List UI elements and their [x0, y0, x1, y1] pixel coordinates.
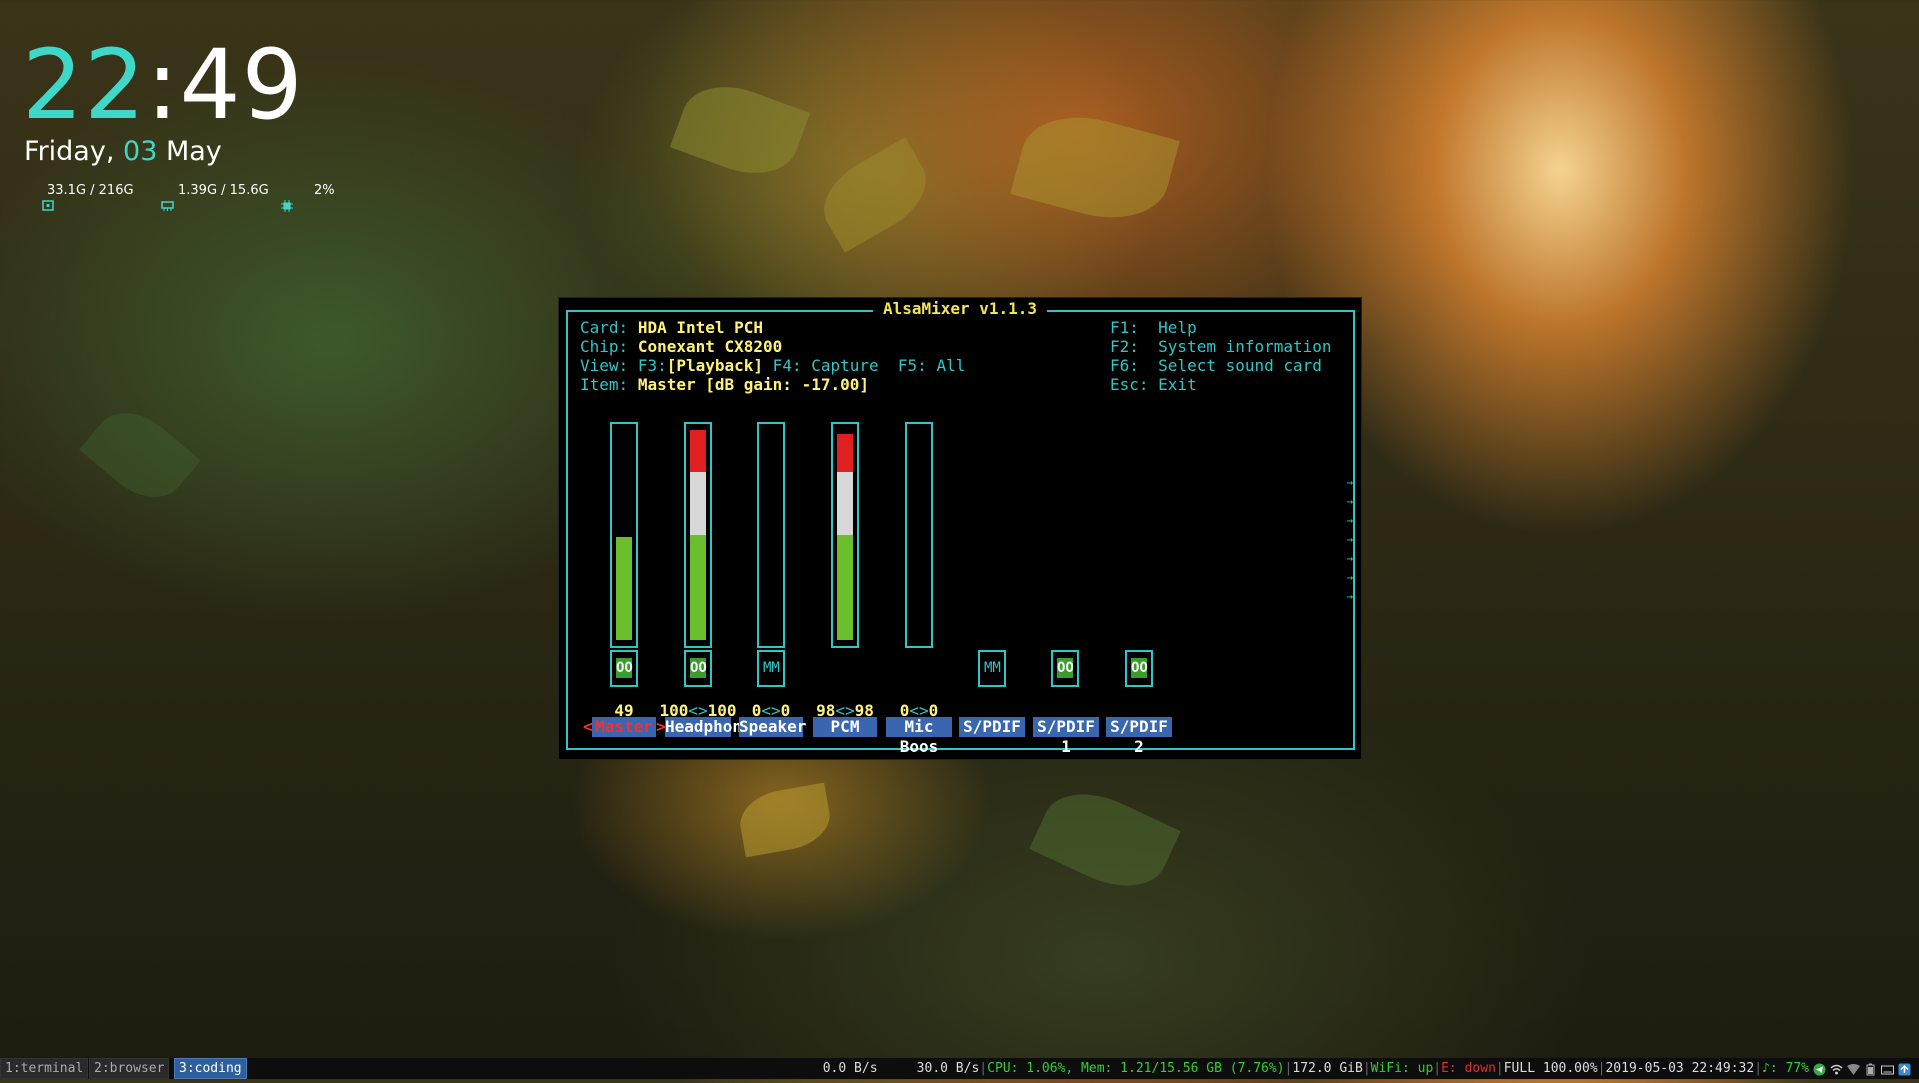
workspace-1-button[interactable]: 1:terminal	[0, 1058, 89, 1079]
battery-status: FULL 100.00%	[1503, 1061, 1598, 1076]
level-segment-white	[837, 472, 853, 535]
channel-label-master[interactable]: Master	[592, 717, 656, 737]
net-up-speed: 30.0 B/s	[916, 1061, 980, 1076]
headphone-volume-bar[interactable]	[684, 422, 712, 648]
date-weekday: Friday,	[24, 136, 115, 167]
speaker-switch-text: MM	[763, 660, 780, 676]
level-segment-green	[690, 535, 706, 640]
date-day: 03	[123, 136, 158, 167]
chip-label: Chip:	[580, 337, 629, 356]
master-volume-fill	[616, 537, 632, 640]
clock-hours: 22	[22, 29, 147, 141]
cpu-usage-text: 2%	[314, 183, 335, 198]
level-segment-white	[690, 472, 706, 535]
mixer-info: Card: HDA Intel PCH Chip: Conexant CX820…	[580, 318, 965, 394]
level-segment-green	[837, 535, 853, 640]
channel-label-mic-boost[interactable]: Mic Boos	[886, 717, 952, 756]
status-bar: 1:terminal 2:browser 3:coding 0.0 B/s 30…	[0, 1058, 1919, 1079]
pcm-volume-bar[interactable]	[831, 422, 859, 648]
card-label: Card:	[580, 318, 629, 337]
desktop-date: Friday, 03 May	[24, 136, 222, 167]
view-f3-key: F3:	[637, 356, 667, 375]
volume-status: ♪: 77%	[1762, 1061, 1809, 1076]
item-label: Item:	[580, 375, 629, 394]
scroll-arrows: → → → → → → →	[1346, 476, 1353, 603]
alsamixer-title-text: AlsaMixer v1.1.3	[872, 299, 1048, 318]
chip-value: Conexant CX8200	[637, 337, 783, 356]
channel-label-speaker[interactable]: Speaker	[739, 717, 806, 737]
channel-label-spdif-1[interactable]: S/PDIF 1	[1033, 717, 1099, 756]
headphone-volume-fill	[690, 430, 706, 640]
wifi-status: WiFi: up	[1370, 1061, 1434, 1076]
master-volume-bar[interactable]	[610, 422, 638, 648]
cpu-icon	[281, 200, 293, 212]
key-exit: Esc: Exit	[1110, 375, 1197, 394]
headphone-switch-text: OO	[690, 658, 707, 678]
spdif2-switch-text: OO	[1131, 658, 1148, 678]
alsamixer-window[interactable]: AlsaMixer v1.1.3 Card: HDA Intel PCH Chi…	[558, 297, 1362, 760]
level-segment-red	[837, 434, 853, 472]
channel-label-pcm[interactable]: PCM	[813, 717, 877, 737]
memory-icon	[161, 200, 174, 211]
view-playback: [Playback]	[666, 356, 764, 375]
clock-colon: :	[146, 29, 180, 141]
wifi-tray-icon[interactable]	[1847, 1062, 1860, 1075]
telegram-tray-icon[interactable]	[1813, 1062, 1826, 1076]
wallpaper-leaf	[735, 782, 835, 858]
mic-boost-volume-bar[interactable]	[905, 422, 933, 648]
wallpaper-leaf	[1029, 776, 1181, 904]
spdif1-switch-text: OO	[1057, 658, 1074, 678]
level-segment-red	[690, 430, 706, 472]
headphone-mute-switch[interactable]: OO	[684, 650, 712, 687]
status-blocks: 0.0 B/s 30.0 B/s|CPU: 1.06%, Mem: 1.21/1…	[823, 1058, 1911, 1079]
spdif1-mute-switch[interactable]: OO	[1051, 650, 1079, 687]
master-mute-switch[interactable]: OO	[610, 650, 638, 687]
spdif-mute-switch[interactable]: MM	[978, 650, 1006, 687]
speaker-mute-switch[interactable]: MM	[757, 650, 785, 687]
key-select-card: F6: Select sound card	[1110, 356, 1322, 375]
speaker-volume-bar[interactable]	[757, 422, 785, 648]
key-system-info: F2: System information	[1110, 337, 1332, 356]
disk-icon	[42, 200, 54, 211]
channel-label-headphone[interactable]: Headphon	[665, 717, 742, 737]
wallpaper-leaf	[809, 137, 941, 253]
card-value: HDA Intel PCH	[637, 318, 764, 337]
wallpaper-leaf	[1010, 102, 1180, 233]
workspace-3-button[interactable]: 3:coding	[174, 1058, 247, 1079]
spdif-switch-text: MM	[984, 660, 1001, 676]
memory-usage-text: 1.39G / 15.6G	[178, 183, 269, 198]
clock-minutes: 49	[179, 29, 304, 141]
ethernet-status: E: down	[1441, 1061, 1496, 1076]
wallpaper-leaf	[669, 71, 811, 189]
disk-status: 172.0 GiB	[1292, 1061, 1363, 1076]
disk-usage-text: 33.1G / 216G	[47, 183, 134, 198]
key-help: F1: Help	[1110, 318, 1197, 337]
battery-tray-icon[interactable]	[1864, 1062, 1877, 1076]
view-other-modes: F4: Capture F5: All	[763, 356, 966, 375]
spdif2-mute-switch[interactable]: OO	[1125, 650, 1153, 687]
level-segment-green	[616, 537, 632, 640]
pcm-volume-fill	[837, 434, 853, 640]
channel-label-spdif-2[interactable]: S/PDIF 2	[1106, 717, 1172, 756]
net-down-speed: 0.0 B/s	[822, 1061, 878, 1076]
desktop-clock: 22:49	[22, 30, 304, 140]
cpu-status: CPU: 1.06%,	[987, 1061, 1074, 1076]
workspace-2-button[interactable]: 2:browser	[89, 1058, 170, 1079]
date-month: May	[165, 136, 222, 167]
network-manager-tray-icon[interactable]	[1830, 1062, 1843, 1075]
alsamixer-title: AlsaMixer v1.1.3	[559, 299, 1361, 318]
update-tray-icon[interactable]	[1898, 1062, 1911, 1076]
channel-label-spdif[interactable]: S/PDIF	[959, 717, 1025, 737]
wallpaper-leaf	[79, 396, 201, 514]
datetime-status: 2019-05-03 22:49:32	[1605, 1061, 1755, 1076]
view-label: View:	[580, 356, 629, 375]
item-value: Master [dB gain: -17.00]	[637, 375, 869, 394]
mixer-key-help: F1: Help F2: System information F6: Sele…	[1110, 318, 1332, 394]
master-switch-text: OO	[616, 658, 633, 678]
mem-status: Mem: 1.21/15.56 GB (7.76%)	[1081, 1061, 1285, 1076]
keyboard-tray-icon[interactable]	[1881, 1062, 1894, 1075]
